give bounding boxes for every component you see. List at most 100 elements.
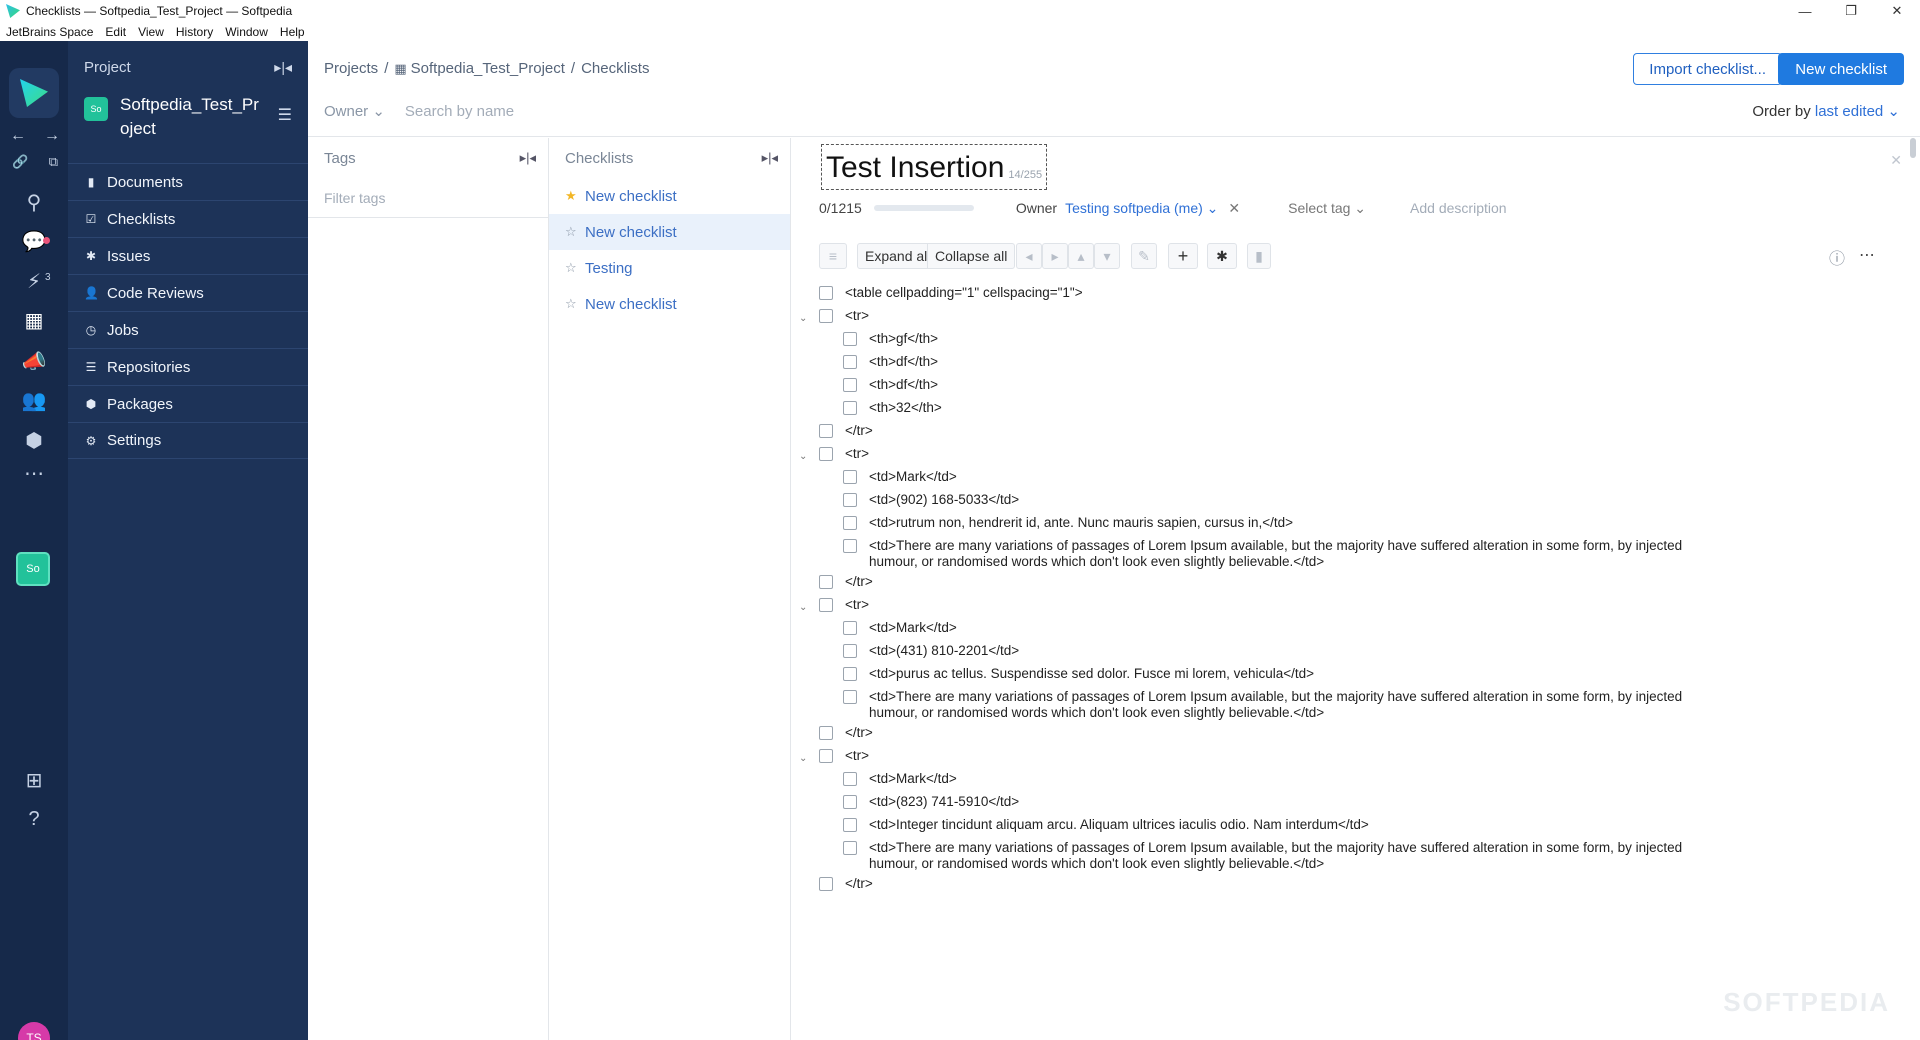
item-text[interactable]: <th>df</th> <box>869 354 1719 370</box>
menu-window[interactable]: Window <box>225 25 268 39</box>
item-checkbox[interactable] <box>843 841 857 855</box>
sidebar-item-settings[interactable]: ⚙ Settings <box>68 422 308 459</box>
menu-view[interactable]: View <box>138 25 164 39</box>
item-text[interactable]: <th>32</th> <box>869 400 1719 416</box>
item-checkbox[interactable] <box>843 332 857 346</box>
item-text[interactable]: <tr> <box>845 446 1695 462</box>
move-right-icon[interactable]: ▸ <box>1042 243 1068 269</box>
item-text[interactable]: <th>gf</th> <box>869 331 1719 347</box>
item-checkbox[interactable] <box>843 470 857 484</box>
sidebar-item-checklists[interactable]: ☑ Checklists <box>68 200 308 237</box>
more-icon[interactable]: ⋯ <box>0 455 68 491</box>
item-text[interactable]: <td>There are many variations of passage… <box>869 689 1719 721</box>
item-checkbox[interactable] <box>843 539 857 553</box>
item-checkbox[interactable] <box>843 667 857 681</box>
item-checkbox[interactable] <box>843 401 857 415</box>
item-checkbox[interactable] <box>843 516 857 530</box>
item-text[interactable]: <td>There are many variations of passage… <box>869 538 1719 570</box>
sidebar-item-documents[interactable]: ▮ Documents <box>68 163 308 200</box>
scrollbar[interactable] <box>1910 138 1916 158</box>
item-checkbox[interactable] <box>819 286 833 300</box>
project-shortcut[interactable]: So <box>16 552 50 586</box>
item-text[interactable]: </tr> <box>845 574 1695 590</box>
item-text[interactable]: </tr> <box>845 876 1695 892</box>
search-icon[interactable]: ⚲ <box>0 184 68 220</box>
item-text[interactable]: <tr> <box>845 308 1695 324</box>
item-checkbox[interactable] <box>819 598 833 612</box>
menu-edit[interactable]: Edit <box>105 25 126 39</box>
restore-icon[interactable]: ❐ <box>1828 0 1874 22</box>
help-circle-icon[interactable]: ⓘ <box>1829 245 1845 269</box>
close-editor-icon[interactable]: ✕ <box>1890 152 1902 169</box>
order-by-select[interactable]: last edited ⌄ <box>1815 103 1900 120</box>
add-icon[interactable]: ⊞ <box>0 762 68 798</box>
chevron-down-icon[interactable]: ⌄ <box>799 449 807 465</box>
item-text[interactable]: <tr> <box>845 597 1695 613</box>
item-checkbox[interactable] <box>843 355 857 369</box>
open-external-icon[interactable]: ⧉ <box>49 154 58 170</box>
back-arrow-icon[interactable]: ← <box>10 127 26 145</box>
item-checkbox[interactable] <box>819 749 833 763</box>
star-outline-icon[interactable]: ☆ <box>565 224 579 240</box>
search-input[interactable]: Search by name <box>405 103 514 120</box>
chats-icon[interactable]: 💬 <box>0 223 68 259</box>
item-checkbox[interactable] <box>819 575 833 589</box>
new-checklist-button[interactable]: New checklist <box>1778 53 1904 85</box>
item-checkbox[interactable] <box>843 772 857 786</box>
link-icon[interactable]: 🔗 <box>12 154 28 170</box>
lightning-icon[interactable]: ⚡ <box>0 263 68 299</box>
megaphone-icon[interactable]: 📣 <box>0 343 68 379</box>
clear-owner-icon[interactable]: ✕ <box>1228 200 1240 217</box>
add-item-icon[interactable]: + <box>1168 243 1198 269</box>
more-options-icon[interactable]: ⋯ <box>1859 245 1875 265</box>
item-checkbox[interactable] <box>843 818 857 832</box>
owner-select[interactable]: Testing softpedia (me) ⌄ <box>1065 200 1218 217</box>
item-text[interactable]: <th>df</th> <box>869 377 1719 393</box>
sidebar-item-repositories[interactable]: ☰ Repositories <box>68 348 308 385</box>
item-text[interactable]: <td>There are many variations of passage… <box>869 840 1719 872</box>
list-item[interactable]: ☆ Testing <box>549 250 790 286</box>
select-tag-dropdown[interactable]: Select tag ⌄ <box>1288 200 1366 217</box>
create-issue-icon[interactable]: ✱ <box>1207 243 1237 269</box>
import-checklist-button[interactable]: Import checklist... <box>1633 53 1782 85</box>
format-icon[interactable]: ≡ <box>819 243 847 269</box>
item-text[interactable]: </tr> <box>845 423 1695 439</box>
menu-help[interactable]: Help <box>280 25 305 39</box>
star-outline-icon[interactable]: ☆ <box>565 296 579 312</box>
collapse-tags-icon[interactable]: ▸|◂ <box>520 150 536 166</box>
move-down-icon[interactable]: ▾ <box>1094 243 1120 269</box>
sidebar-item-code-reviews[interactable]: 👤 Code Reviews <box>68 274 308 311</box>
item-checkbox[interactable] <box>819 877 833 891</box>
add-description-field[interactable]: Add description <box>1410 200 1507 216</box>
star-outline-icon[interactable]: ☆ <box>565 260 579 276</box>
item-checkbox[interactable] <box>843 493 857 507</box>
item-text[interactable]: <td>Integer tincidunt aliquam arcu. Aliq… <box>869 817 1719 833</box>
help-icon[interactable]: ? <box>0 801 68 837</box>
collapse-all-button[interactable]: Collapse all <box>927 243 1016 269</box>
list-item[interactable]: ★ New checklist <box>549 178 790 214</box>
projects-icon[interactable]: ▦ <box>0 302 68 338</box>
item-checkbox[interactable] <box>819 447 833 461</box>
list-item[interactable]: ☆ New checklist <box>549 286 790 322</box>
edit-pencil-icon[interactable]: ✎ <box>1131 243 1157 269</box>
sidebar-item-jobs[interactable]: ◷ Jobs <box>68 311 308 348</box>
sidebar-item-issues[interactable]: ✱ Issues <box>68 237 308 274</box>
item-text[interactable]: <td>Mark</td> <box>869 771 1719 787</box>
hamburger-icon[interactable]: ☰ <box>278 105 292 125</box>
item-checkbox[interactable] <box>819 726 833 740</box>
breadcrumb-project[interactable]: Softpedia_Test_Project <box>411 60 565 77</box>
list-item[interactable]: ☆ New checklist <box>549 214 790 250</box>
move-up-icon[interactable]: ▴ <box>1068 243 1094 269</box>
chevron-down-icon[interactable]: ⌄ <box>799 311 807 327</box>
team-icon[interactable]: 👥 <box>0 382 68 418</box>
admin-icon[interactable]: ⬢ <box>0 422 68 458</box>
item-text[interactable]: <tr> <box>845 748 1695 764</box>
minimize-icon[interactable]: — <box>1782 0 1828 22</box>
collapse-sidebar-icon[interactable]: ▸|◂ <box>274 59 292 76</box>
breadcrumb-projects[interactable]: Projects <box>324 60 378 77</box>
chevron-down-icon[interactable]: ⌄ <box>799 751 807 767</box>
item-text[interactable]: <table cellpadding="1" cellspacing="1"> <box>845 285 1695 301</box>
item-text[interactable]: <td>Mark</td> <box>869 620 1719 636</box>
move-left-icon[interactable]: ◂ <box>1016 243 1042 269</box>
project-card[interactable]: So Softpedia_Test_Project ☰ <box>68 93 308 163</box>
